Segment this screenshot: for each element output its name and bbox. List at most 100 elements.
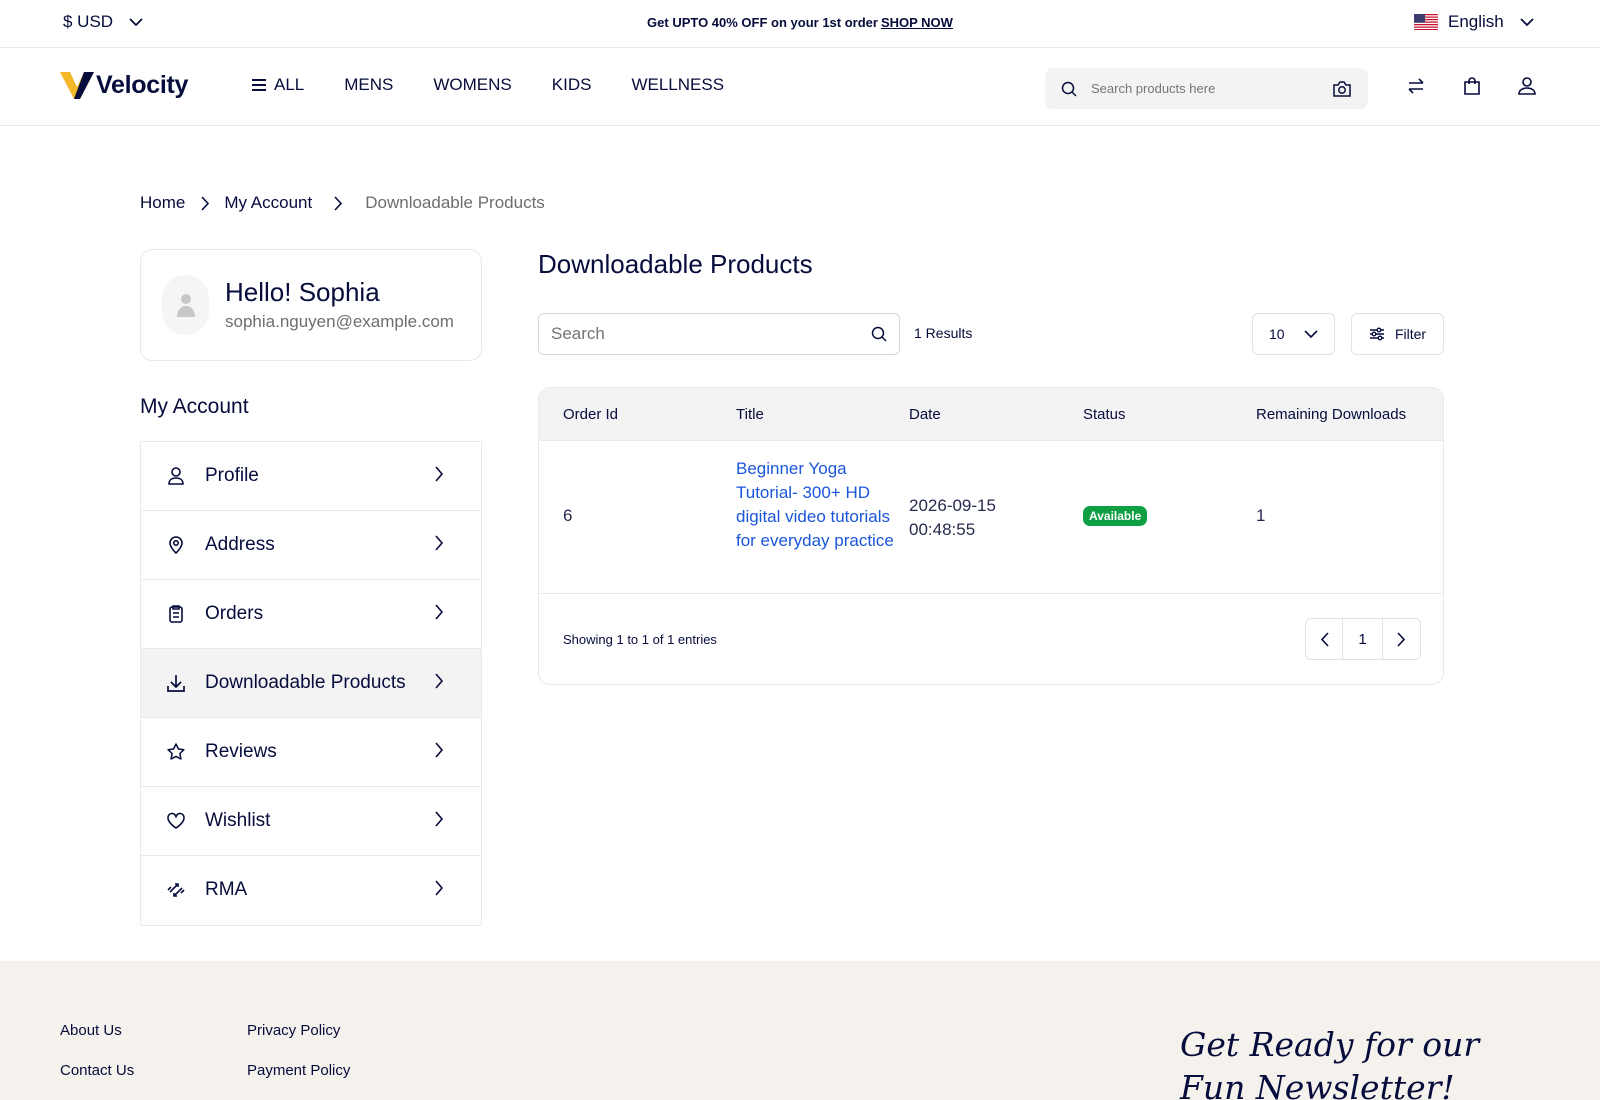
main-nav: ALL MENS WOMENS KIDS WELLNESS xyxy=(252,75,724,95)
nav-kids-label: KIDS xyxy=(551,75,592,94)
sidebar-item-label: Orders xyxy=(205,603,264,624)
language-selector[interactable]: English xyxy=(1414,12,1534,32)
promo-banner: Get UPTO 40% OFF on your 1st order SHOP N… xyxy=(0,15,1600,30)
chevron-right-icon xyxy=(435,811,444,827)
nav-mens[interactable]: MENS xyxy=(344,75,393,95)
profile-greeting: Hello! Sophia xyxy=(225,277,380,307)
chevron-right-icon xyxy=(334,195,343,211)
compare-icon[interactable] xyxy=(1406,76,1426,96)
table-search xyxy=(538,313,900,355)
download-icon xyxy=(166,673,186,693)
column-header-order-id[interactable]: Order Id xyxy=(563,406,618,423)
chevron-right-icon xyxy=(435,673,444,689)
nav-womens[interactable]: WOMENS xyxy=(433,75,511,95)
footer: About Us Contact Us Privacy Policy Payme… xyxy=(0,961,1600,1100)
top-bar: $ USD Get UPTO 40% OFF on your 1st order… xyxy=(0,0,1600,48)
chevron-right-icon xyxy=(435,466,444,482)
chevron-right-icon xyxy=(435,880,444,896)
pagination-page[interactable]: 1 xyxy=(1343,619,1383,659)
table-header: Order Id Title Date Status Remaining Dow… xyxy=(539,388,1443,441)
chevron-right-icon xyxy=(435,742,444,758)
heart-icon xyxy=(166,811,186,831)
sidebar-item-label: Wishlist xyxy=(205,810,271,831)
velocity-logo-icon xyxy=(60,70,94,100)
breadcrumb-current: Downloadable Products xyxy=(365,193,545,212)
promo-text: Get UPTO 40% OFF on your 1st order xyxy=(647,15,878,30)
sidebar-item-rma[interactable]: RMA xyxy=(141,856,481,925)
chevron-right-icon xyxy=(435,604,444,620)
sidebar-item-label: Profile xyxy=(205,465,259,486)
chevron-left-icon xyxy=(1320,631,1329,647)
filter-sliders-icon xyxy=(1369,327,1385,341)
clipboard-icon xyxy=(166,604,186,624)
logo-text: Velocity xyxy=(96,70,189,99)
breadcrumb-home[interactable]: Home xyxy=(140,193,185,213)
sidebar-item-wishlist[interactable]: Wishlist xyxy=(141,787,481,856)
sidebar-item-label: RMA xyxy=(205,879,248,900)
language-label: English xyxy=(1448,12,1504,31)
search-icon[interactable] xyxy=(1061,81,1077,97)
search-icon[interactable] xyxy=(871,326,887,342)
camera-icon[interactable] xyxy=(1332,80,1352,98)
us-flag-icon xyxy=(1414,14,1438,30)
sidebar-item-reviews[interactable]: Reviews xyxy=(141,718,481,787)
shop-now-link[interactable]: SHOP NOW xyxy=(881,15,953,30)
breadcrumb-account[interactable]: My Account xyxy=(224,193,312,213)
nav-womens-label: WOMENS xyxy=(433,75,512,94)
header-search xyxy=(1045,68,1368,109)
chevron-right-icon xyxy=(435,535,444,551)
nav-wellness-label: WELLNESS xyxy=(631,75,725,94)
avatar-placeholder-icon xyxy=(176,294,195,317)
status-badge: Available xyxy=(1083,506,1148,526)
star-icon xyxy=(166,742,186,762)
footer-link-about[interactable]: About Us xyxy=(60,1022,122,1039)
order-id-cell: 6 xyxy=(563,506,573,525)
product-title-link[interactable]: Beginner Yoga Tutorial- 300+ HD digital … xyxy=(736,457,896,553)
sidebar-item-orders[interactable]: Orders xyxy=(141,580,481,649)
location-pin-icon xyxy=(166,535,186,555)
account-menu: Profile Address Orders Downloadable Prod… xyxy=(140,441,482,926)
sidebar-item-profile[interactable]: Profile xyxy=(141,442,481,511)
nav-kids[interactable]: KIDS xyxy=(552,75,592,95)
filter-label: Filter xyxy=(1394,326,1427,342)
sidebar-item-label: Downloadable Products xyxy=(205,672,406,693)
date-cell: 2026-09-15 00:48:55 xyxy=(909,496,996,539)
newsletter-heading: Get Ready for our Fun Newsletter! xyxy=(1180,1025,1480,1100)
table-footer: Showing 1 to 1 of 1 entries 1 xyxy=(539,594,1443,684)
per-page-select[interactable]: 10 xyxy=(1252,313,1335,355)
avatar xyxy=(162,275,209,335)
column-header-date[interactable]: Date xyxy=(909,406,941,423)
footer-link-contact[interactable]: Contact Us xyxy=(60,1062,134,1079)
per-page-value: 10 xyxy=(1269,326,1285,342)
user-icon xyxy=(166,466,186,486)
nav-all[interactable]: ALL xyxy=(252,75,304,95)
sidebar-item-label: Reviews xyxy=(205,741,277,762)
chevron-right-icon xyxy=(201,195,210,211)
cart-bag-icon[interactable] xyxy=(1462,76,1482,96)
profile-email: sophia.nguyen@example.com xyxy=(225,312,454,331)
table-search-input[interactable] xyxy=(551,324,871,344)
sidebar-item-downloadable-products[interactable]: Downloadable Products xyxy=(141,649,481,718)
filter-button[interactable]: Filter xyxy=(1351,313,1444,355)
header-search-input[interactable] xyxy=(1091,81,1321,96)
footer-link-payment[interactable]: Payment Policy xyxy=(247,1062,350,1079)
pagination-next[interactable] xyxy=(1383,619,1420,659)
pagination: 1 xyxy=(1305,618,1421,660)
column-header-status[interactable]: Status xyxy=(1083,406,1126,423)
hamburger-icon xyxy=(252,79,266,91)
nav-wellness[interactable]: WELLNESS xyxy=(631,75,724,95)
nav-mens-label: MENS xyxy=(344,75,394,94)
sidebar-item-address[interactable]: Address xyxy=(141,511,481,580)
showing-entries: Showing 1 to 1 of 1 entries xyxy=(563,632,717,647)
sidebar-item-label: Address xyxy=(205,534,275,555)
user-account-icon[interactable] xyxy=(1517,76,1537,96)
nav-all-label: ALL xyxy=(274,75,305,94)
sidebar-title: My Account xyxy=(140,395,249,418)
column-header-remaining-downloads[interactable]: Remaining Downloads xyxy=(1256,406,1406,423)
chevron-down-icon xyxy=(1520,17,1534,27)
column-header-title[interactable]: Title xyxy=(736,406,764,423)
rma-arrows-icon xyxy=(166,880,186,900)
pagination-prev[interactable] xyxy=(1306,619,1343,659)
logo[interactable]: Velocity xyxy=(60,70,188,100)
footer-link-privacy[interactable]: Privacy Policy xyxy=(247,1022,340,1039)
